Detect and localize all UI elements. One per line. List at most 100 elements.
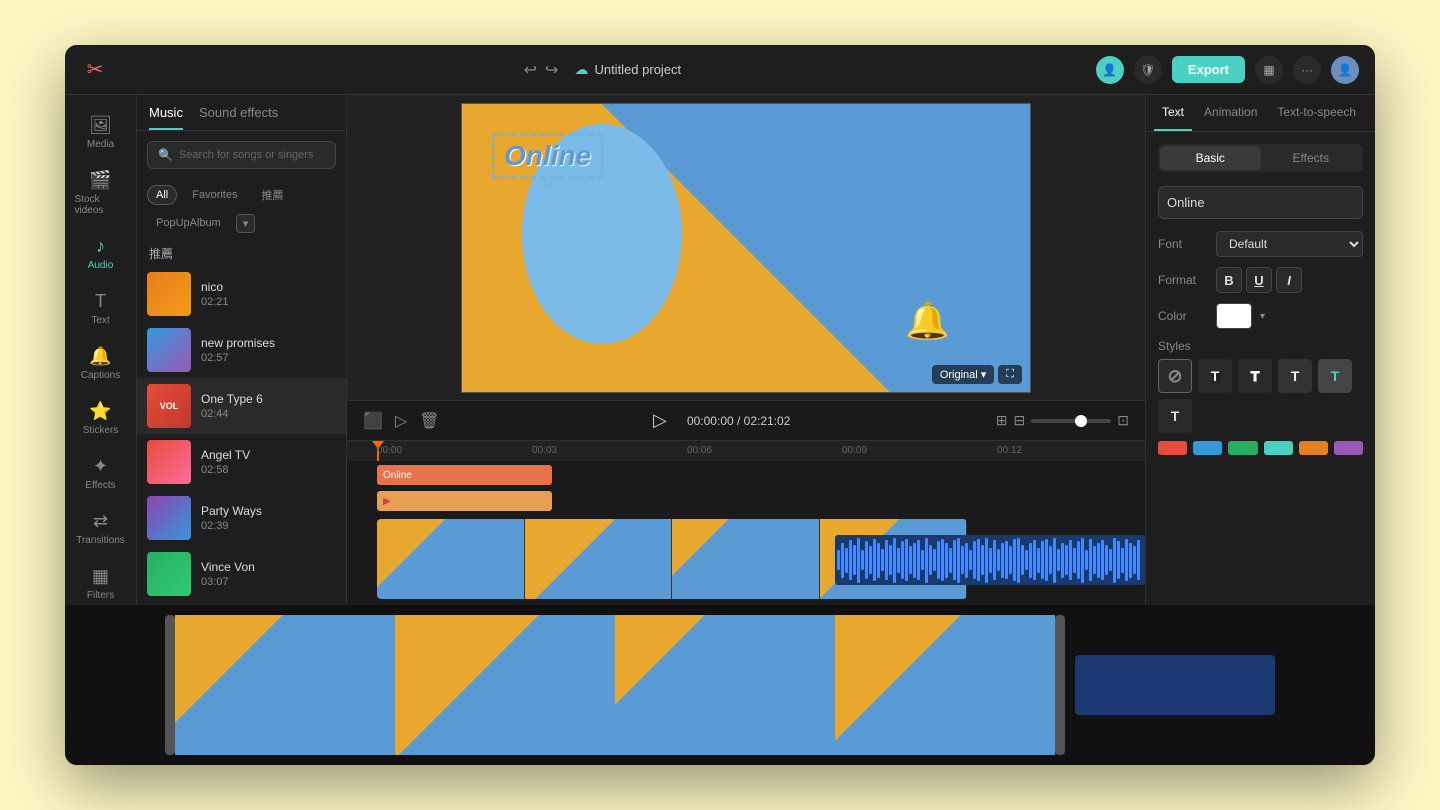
video-preview: Online ↻ 🔔 Original ▾ ⛶ xyxy=(461,103,1031,393)
style-bg-color[interactable]: T xyxy=(1318,359,1352,393)
style-none[interactable]: ⊘ xyxy=(1158,359,1192,393)
color-dot-teal[interactable] xyxy=(1264,441,1293,455)
user-avatar[interactable]: 👤 xyxy=(1331,56,1359,84)
rotate-handle[interactable]: ↻ xyxy=(542,175,554,192)
tab-text[interactable]: Text xyxy=(1154,95,1192,131)
right-content: Basic Effects Font Default Format B U I xyxy=(1146,132,1375,467)
color-dot-green[interactable] xyxy=(1228,441,1257,455)
zoom-fit-icon[interactable]: ⊡ xyxy=(1117,412,1129,429)
sidebar-item-transitions[interactable]: ⇄ Transitions xyxy=(71,503,131,554)
redo-button[interactable]: ↪ xyxy=(545,60,558,80)
song-name-angel: Angel TV xyxy=(201,448,336,462)
sidebar-item-captions[interactable]: 🔔 Captions xyxy=(71,338,131,389)
captions-icon: 🔔 xyxy=(89,346,111,367)
song-dur-vince: 03:07 xyxy=(201,576,336,588)
clip-online[interactable]: Online xyxy=(377,465,552,485)
color-dot-red[interactable] xyxy=(1158,441,1187,455)
text-icon: T xyxy=(95,291,106,312)
sidebar-item-filters[interactable]: ▦ Filters xyxy=(71,558,131,605)
video-text-box[interactable]: Online ↻ xyxy=(492,134,603,178)
zoom-in-icon[interactable]: ⊞ xyxy=(996,412,1008,429)
style-bg-dark[interactable]: T xyxy=(1278,359,1312,393)
search-icon: 🔍 xyxy=(158,148,173,162)
sidebar-item-text[interactable]: T Text xyxy=(71,283,131,334)
color-dot-purple[interactable] xyxy=(1334,441,1363,455)
timecode-display: 00:00:00 / 02:21:02 xyxy=(687,414,790,428)
tab-tts[interactable]: Text-to-speech xyxy=(1269,95,1364,131)
undo-button[interactable]: ↩ xyxy=(524,60,537,80)
toggle-effects[interactable]: Effects xyxy=(1261,146,1362,170)
film-frame-2 xyxy=(395,615,615,755)
filter-favorites[interactable]: Favorites xyxy=(183,185,246,205)
play-pause-small[interactable]: ▷ xyxy=(395,411,407,431)
play-button[interactable]: ▷ xyxy=(645,406,675,436)
text-content-input[interactable] xyxy=(1158,186,1363,219)
filmstrip-left-handle[interactable] xyxy=(165,615,175,755)
shield-icon[interactable]: 🛡 xyxy=(1134,56,1162,84)
more-options-button[interactable]: ··· xyxy=(1293,56,1321,84)
format-row: Format B U I xyxy=(1158,267,1363,293)
color-label: Color xyxy=(1158,309,1208,323)
layout-icon[interactable]: ▦ xyxy=(1255,56,1283,84)
color-picker[interactable] xyxy=(1216,303,1252,329)
avatar-icon-1[interactable]: 👤 xyxy=(1096,56,1124,84)
track-row-audio: ▶ xyxy=(377,491,1145,515)
tab-music[interactable]: Music xyxy=(149,105,183,130)
delete-button[interactable]: 🗑 xyxy=(419,411,439,431)
filter-all[interactable]: All xyxy=(147,185,177,205)
filter-more-dropdown[interactable]: ▾ xyxy=(236,214,256,233)
tab-sound-effects[interactable]: Sound effects xyxy=(199,105,278,130)
song-item-angel-tv[interactable]: Angel TV 02:58 xyxy=(137,434,346,490)
style-outline[interactable]: T xyxy=(1238,359,1272,393)
zoom-dropdown[interactable]: Original ▾ xyxy=(932,365,994,384)
song-item-new-promises[interactable]: new promises 02:57 xyxy=(137,322,346,378)
song-thumb-nico xyxy=(147,272,191,316)
ruler-mark-3: 00:03 xyxy=(532,445,557,456)
project-name[interactable]: Untitled project xyxy=(594,62,681,77)
style-shadow[interactable]: T xyxy=(1198,359,1232,393)
underline-button[interactable]: U xyxy=(1246,267,1272,293)
song-dur-nico: 02:21 xyxy=(201,296,336,308)
zoom-out-icon[interactable]: ⊟ xyxy=(1014,412,1026,429)
song-item-nico[interactable]: nico 02:21 xyxy=(137,266,346,322)
styles-label: Styles xyxy=(1158,339,1363,353)
song-name-vince: Vince Von xyxy=(201,560,336,574)
song-item-party-ways[interactable]: Party Ways 02:39 xyxy=(137,490,346,546)
filter-recommended[interactable]: 推薦 xyxy=(252,183,292,207)
tab-animation[interactable]: Animation xyxy=(1196,95,1265,131)
fullscreen-button[interactable]: ⛶ xyxy=(998,365,1022,384)
clip-online-label: Online xyxy=(383,470,412,481)
sidebar-item-effects[interactable]: ✦ Effects xyxy=(71,448,131,499)
song-dur-onetype: 02:44 xyxy=(201,408,336,420)
color-dot-blue[interactable] xyxy=(1193,441,1222,455)
style-3d[interactable]: T xyxy=(1158,399,1192,433)
sidebar-item-stock[interactable]: 🎬 Stock videos xyxy=(71,162,131,224)
search-bar[interactable]: 🔍 Search for songs or singers xyxy=(147,141,336,169)
sidebar-item-media[interactable]: 🖼 Media xyxy=(71,107,131,158)
song-info-promises: new promises 02:57 xyxy=(201,336,336,364)
sidebar-item-stickers[interactable]: ⭐ Stickers xyxy=(71,393,131,444)
tracks-container: Online ▶ xyxy=(347,461,1145,605)
clip-audio[interactable]: ▶ xyxy=(377,491,552,511)
song-item-vince-von[interactable]: Vince Von 03:07 xyxy=(137,546,346,602)
font-select[interactable]: Default xyxy=(1216,231,1363,257)
bold-button[interactable]: B xyxy=(1216,267,1242,293)
effects-icon: ✦ xyxy=(93,456,108,477)
zoom-slider[interactable] xyxy=(1031,419,1111,423)
filmstrip-right-handle[interactable] xyxy=(1055,615,1065,755)
filter-popup[interactable]: PopUpAlbum xyxy=(147,213,230,233)
sidebar-item-audio[interactable]: ♪ Audio xyxy=(71,228,131,279)
sidebar-label-stock: Stock videos xyxy=(75,194,127,216)
clip-audio-marker: ▶ xyxy=(377,496,391,507)
sidebar-label-effects: Effects xyxy=(85,480,115,491)
song-item-one-type[interactable]: VOL One Type 6 02:44 xyxy=(137,378,346,434)
song-name-party: Party Ways xyxy=(201,504,336,518)
split-button[interactable]: ⬛ xyxy=(363,411,383,431)
italic-button[interactable]: I xyxy=(1276,267,1302,293)
audio-waveform xyxy=(835,535,1145,585)
filter-row: All Favorites 推薦 PopUpAlbum ▾ xyxy=(137,179,346,237)
toggle-basic[interactable]: Basic xyxy=(1160,146,1261,170)
song-thumb-party xyxy=(147,496,191,540)
color-dot-orange[interactable] xyxy=(1299,441,1328,455)
export-button[interactable]: Export xyxy=(1172,56,1245,83)
